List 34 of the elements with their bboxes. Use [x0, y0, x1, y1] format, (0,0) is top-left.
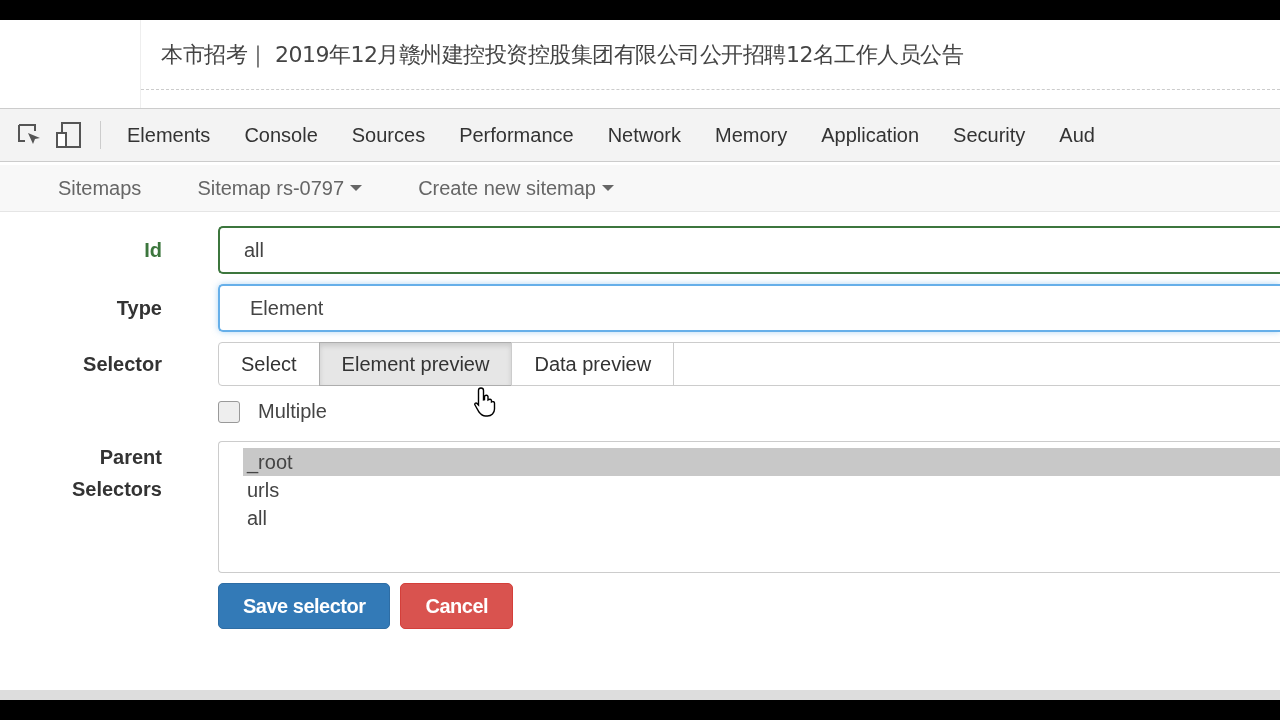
selector-button[interactable]: Data preview: [511, 342, 675, 386]
devtools-tab[interactable]: Memory: [703, 123, 810, 147]
type-field[interactable]: Element: [218, 284, 1280, 332]
horizontal-scrollbar[interactable]: [0, 690, 1280, 700]
devtools-tab[interactable]: Sources: [339, 123, 448, 147]
nav-item[interactable]: Create new sitemap: [400, 176, 632, 200]
selector-field[interactable]: [673, 342, 1280, 386]
selector-button[interactable]: Element preview: [318, 342, 513, 386]
parent-selectors-label: Selectors: [71, 477, 162, 502]
parent-selectors-label: Parent: [99, 445, 162, 470]
devtools-tab[interactable]: Performance: [447, 123, 596, 147]
nav-item[interactable]: Sitemap rs-0797: [179, 176, 381, 200]
page-heading: 本市招考｜ 2019年12月赣州建控投资控股集团有限公司公开招聘12名工作人员公告: [161, 40, 964, 70]
devtools-tab[interactable]: Security: [941, 123, 1048, 147]
selector-button[interactable]: Select: [218, 342, 320, 386]
save-button[interactable]: Save selector: [218, 583, 391, 629]
devtools-tab[interactable]: Console: [232, 123, 340, 147]
devtools-tab[interactable]: Aud: [1047, 123, 1117, 147]
id-field[interactable]: all: [218, 226, 1280, 274]
list-option[interactable]: urls: [243, 476, 1280, 504]
parent-selectors-list[interactable]: _root urls all: [218, 441, 1280, 573]
devtools-tab[interactable]: Application: [809, 123, 942, 147]
id-label: Id: [143, 238, 162, 262]
list-option[interactable]: all: [243, 504, 1280, 532]
selector-label: Selector: [82, 352, 162, 376]
type-label: Type: [115, 296, 162, 320]
device-icon[interactable]: [54, 121, 84, 149]
multiple-checkbox[interactable]: [218, 400, 240, 423]
cancel-button[interactable]: Cancel: [400, 583, 514, 629]
devtools-tab[interactable]: Elements: [115, 123, 233, 147]
nav-item[interactable]: Sitemaps: [40, 176, 160, 200]
multiple-label: Multiple: [258, 400, 327, 423]
devtools-tab[interactable]: Network: [595, 123, 703, 147]
list-option[interactable]: _root: [243, 448, 1280, 476]
